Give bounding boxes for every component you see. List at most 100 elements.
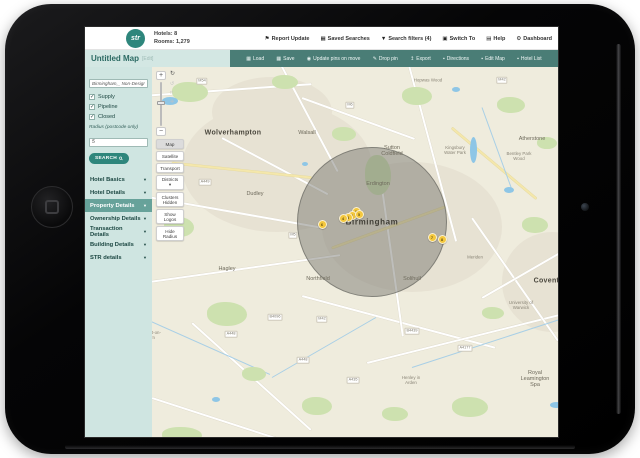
toolbar-directions[interactable]: ▪Directions — [443, 56, 469, 62]
toolbar-save[interactable]: ▦Save — [276, 56, 294, 62]
page: str Hotels: 8 Rooms: 1,279 ⚑Report Updat… — [0, 0, 640, 458]
map-pin-6[interactable]: 6 — [318, 220, 327, 229]
place-label-hopwas-wood: Hopwas Wood — [414, 78, 442, 83]
view-button-districts[interactable]: Districts ▾ — [156, 175, 184, 190]
map-pin-5[interactable]: 5 — [355, 210, 364, 219]
toolbar-hotel-list[interactable]: ▪Hotel List — [517, 56, 542, 62]
top-menu-search-filters-4[interactable]: ▼Search filters (4) — [381, 36, 432, 42]
rotate-left-icon[interactable]: ↺ — [170, 81, 174, 87]
checkbox-closed[interactable]: ✓ — [89, 114, 95, 120]
checkbox-row-pipeline[interactable]: ✓Pipeline — [89, 104, 148, 110]
top-menu: ⚑Report Update ▦Saved Searches ▼Search fil… — [265, 27, 552, 50]
sidebar-item-label: Building Details — [90, 242, 143, 248]
view-button-hide-radius[interactable]: Hide Radius — [156, 226, 184, 241]
road-badge-a4177: A4177 — [458, 345, 473, 352]
home-button[interactable] — [31, 186, 73, 228]
portfolio-stats: Hotels: 8 Rooms: 1,279 — [154, 30, 190, 46]
river-line — [272, 317, 376, 378]
top-menu-switch-to[interactable]: ▣Switch To — [442, 36, 475, 42]
green-area — [332, 127, 356, 141]
view-button-map[interactable]: Map — [156, 139, 184, 149]
water-area — [302, 162, 308, 166]
road-badge-m42: M42 — [496, 77, 507, 84]
menu-label: Switch To — [450, 36, 476, 42]
tilt-icon[interactable]: □ — [170, 90, 173, 96]
sidebar-item-transaction-details[interactable]: Transaction Details▼ — [85, 225, 152, 238]
save-icon: ▦ — [276, 56, 281, 62]
sidebar-item-str-details[interactable]: STR details▼ — [85, 251, 152, 264]
checkbox-row-supply[interactable]: ✓Supply — [89, 94, 148, 100]
refresh-icon[interactable]: ↻ — [170, 70, 175, 77]
sidebar-item-property-details[interactable]: Property Details▼ — [85, 199, 152, 212]
water-area — [212, 397, 220, 402]
search-button[interactable]: SEARCH — [89, 153, 129, 164]
river-line — [482, 107, 514, 192]
map-title: Untitled Map — [91, 54, 139, 63]
view-button-transport[interactable]: Transport — [156, 163, 184, 173]
map-bar: Untitled Map [Edit] ▦Load▦Save◉Update pi… — [85, 50, 558, 67]
floppy-icon: ▦ — [320, 36, 325, 42]
sidebar-item-label: Transaction Details — [90, 226, 143, 238]
chevron-down-icon: ▼ — [143, 203, 147, 208]
toolbar-label: Load — [253, 56, 264, 62]
zoom-out-button[interactable]: − — [156, 127, 166, 136]
sidebar-item-label: Property Details — [90, 203, 143, 209]
view-button-clusters-hidden[interactable]: Clusters Hidden — [156, 192, 184, 207]
checkbox-pipeline[interactable]: ✓ — [89, 104, 95, 110]
menu-label: Search filters (4) — [388, 36, 431, 42]
map-pin-7[interactable]: 7 — [428, 233, 437, 242]
view-button-satellite[interactable]: Satellite — [156, 151, 184, 161]
menu-label: Dashboard — [523, 36, 552, 42]
pan-icon[interactable]: ✛ — [170, 99, 174, 105]
tablet-frame: str Hotels: 8 Rooms: 1,279 ⚑Report Updat… — [5, 4, 635, 454]
search-button-label: SEARCH — [95, 156, 117, 161]
chevron-down-icon: ▼ — [143, 255, 147, 260]
sidebar-item-building-details[interactable]: Building Details▼ — [85, 238, 152, 251]
toolbar-load[interactable]: ▦Load — [246, 56, 264, 62]
sidebar-item-hotel-basics[interactable]: Hotel Basics▼ — [85, 173, 152, 186]
radius-input[interactable] — [89, 138, 148, 147]
load-icon: ▦ — [246, 56, 251, 62]
location-search-input[interactable] — [89, 79, 148, 88]
toolbar-export[interactable]: ↥Export — [410, 56, 431, 62]
road-badge-m5: M5 — [288, 232, 297, 239]
toolbar-label: Drop pin — [379, 56, 398, 62]
pencil-icon: ✎ — [373, 56, 377, 62]
checkbox-icon: ▪ — [443, 56, 445, 62]
bezel-highlight — [616, 44, 621, 414]
map-canvas[interactable]: M54M6M42M5A449A448B4096M42B4439A4177A435… — [152, 67, 558, 437]
map-pin-4[interactable]: 4 — [339, 214, 348, 223]
gear-icon: ⚙ — [516, 36, 521, 42]
magnifier-icon — [119, 156, 123, 161]
road-badge-a449: A449 — [199, 179, 212, 186]
top-menu-dashboard[interactable]: ⚙Dashboard — [516, 36, 552, 42]
map-pin-8[interactable]: 8 — [438, 235, 447, 244]
zoom-in-button[interactable]: + — [156, 71, 166, 80]
sidebar-item-hotel-details[interactable]: Hotel Details▼ — [85, 186, 152, 199]
hotels-count: Hotels: 8 — [154, 30, 190, 38]
top-menu-saved-searches[interactable]: ▦Saved Searches — [320, 36, 369, 42]
zoom-slider-handle[interactable] — [157, 101, 165, 105]
road-badge-b4439: B4439 — [405, 328, 420, 335]
green-area — [162, 427, 202, 437]
road-badge-m54: M54 — [196, 78, 207, 85]
top-menu-help[interactable]: ▤Help — [486, 36, 505, 42]
filter-icon: ▼ — [381, 36, 386, 42]
toolbar-update-pins-on-move[interactable]: ◉Update pins on move — [307, 56, 361, 62]
toolbar-edit-map[interactable]: ▪Edit Map — [481, 56, 505, 62]
filter-checkboxes: ✓Supply ✓Pipeline ✓Closed — [89, 94, 148, 120]
menu-label: Report Update — [272, 36, 310, 42]
green-area — [482, 307, 504, 319]
checkbox-supply[interactable]: ✓ — [89, 94, 95, 100]
view-button-show-logos[interactable]: Show Logos — [156, 209, 184, 224]
sidebar-item-ownership-details[interactable]: Ownership Details▼ — [85, 212, 152, 225]
water-area — [504, 187, 514, 193]
checkbox-row-closed[interactable]: ✓Closed — [89, 114, 148, 120]
toolbar-drop-pin[interactable]: ✎Drop pin — [373, 56, 398, 62]
top-menu-report-update[interactable]: ⚑Report Update — [265, 36, 310, 42]
edit-map-link[interactable]: [Edit] — [142, 56, 153, 62]
green-area — [302, 397, 332, 415]
green-area — [382, 407, 408, 421]
map-title-box: Untitled Map [Edit] — [85, 50, 230, 67]
sidebar-item-label: Hotel Basics — [90, 177, 143, 183]
